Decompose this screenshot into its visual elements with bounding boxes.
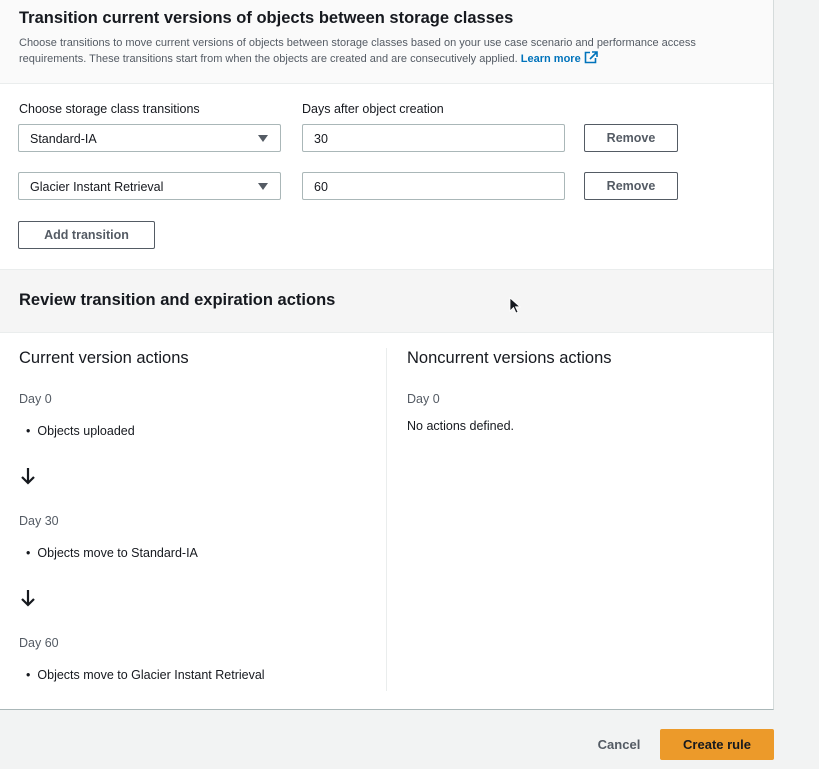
add-transition-button[interactable]: Add transition xyxy=(18,221,155,249)
column-divider xyxy=(386,348,387,691)
arrow-down-icon xyxy=(21,590,35,607)
external-link-icon xyxy=(584,51,598,64)
current-version-actions-title: Current version actions xyxy=(19,349,189,367)
learn-more-label: Learn more xyxy=(520,53,581,65)
day-label: Day 60 xyxy=(19,636,59,650)
days-input-2[interactable]: 60 xyxy=(302,172,565,200)
cancel-button[interactable]: Cancel xyxy=(584,730,654,759)
caret-down-icon xyxy=(258,183,268,190)
days-value: 60 xyxy=(314,180,328,194)
caret-down-icon xyxy=(258,135,268,142)
noncurrent-versions-actions-title: Noncurrent versions actions xyxy=(407,349,612,367)
days-input-1[interactable]: 30 xyxy=(302,124,565,152)
action-item: Objects move to Standard-IA xyxy=(26,546,198,560)
day-label: Day 0 xyxy=(19,392,52,406)
transitions-section-header: Transition current versions of objects b… xyxy=(0,0,773,84)
storage-class-value: Standard-IA xyxy=(30,132,97,146)
transitions-section-description: Choose transitions to move current versi… xyxy=(19,35,749,67)
action-item: Objects move to Glacier Instant Retrieva… xyxy=(26,668,264,682)
noncurrent-day-label: Day 0 xyxy=(407,392,440,406)
review-section-title: Review transition and expiration actions xyxy=(19,291,336,309)
day-label: Day 30 xyxy=(19,514,59,528)
storage-class-select-1[interactable]: Standard-IA xyxy=(18,124,281,152)
days-value: 30 xyxy=(314,132,328,146)
storage-class-value: Glacier Instant Retrieval xyxy=(30,180,164,194)
arrow-down-icon xyxy=(21,468,35,485)
review-section-header: Review transition and expiration actions xyxy=(0,269,773,333)
storage-class-select-2[interactable]: Glacier Instant Retrieval xyxy=(18,172,281,200)
create-rule-button[interactable]: Create rule xyxy=(660,729,774,760)
no-actions-message: No actions defined. xyxy=(407,419,515,433)
action-item: Objects uploaded xyxy=(26,424,134,438)
days-after-creation-label: Days after object creation xyxy=(302,102,444,116)
mouse-pointer-icon xyxy=(509,297,521,314)
storage-class-label: Choose storage class transitions xyxy=(19,102,200,116)
remove-button-2[interactable]: Remove xyxy=(584,172,678,200)
remove-button-1[interactable]: Remove xyxy=(584,124,678,152)
lifecycle-rule-panel: Transition current versions of objects b… xyxy=(0,0,774,710)
learn-more-link[interactable]: Learn more xyxy=(520,51,598,65)
transitions-section-title: Transition current versions of objects b… xyxy=(19,9,514,27)
